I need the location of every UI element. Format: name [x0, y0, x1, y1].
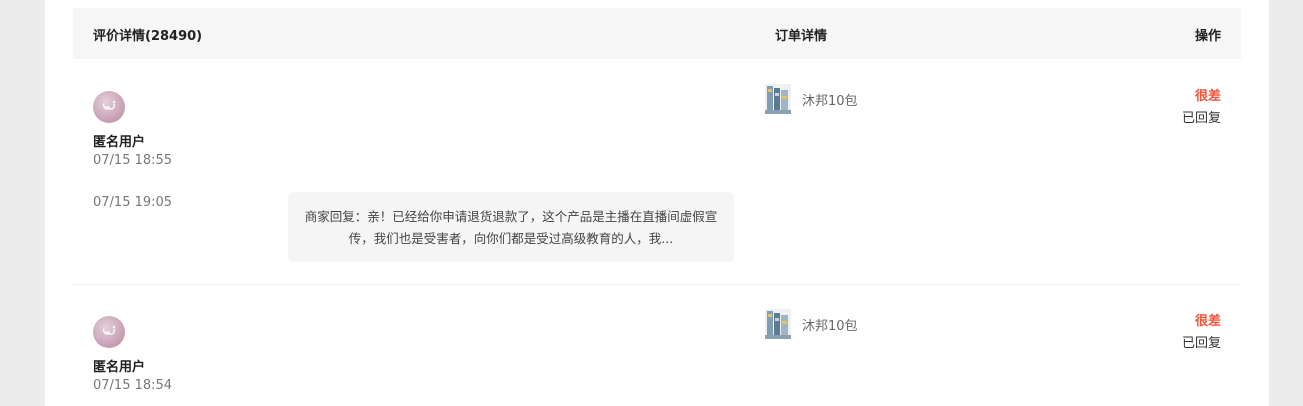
table-header: 评价详情(28490) 订单详情 操作	[73, 8, 1241, 59]
review-row: 匿名用户 07/15 18:55 07/15 19:05 商家回复：亲！已经给你…	[73, 60, 1241, 285]
header-actions: 操作	[1194, 29, 1221, 44]
header-order-details: 订单详情	[775, 29, 828, 44]
reviewer-name: 匿名用户	[93, 135, 146, 150]
avatar	[93, 316, 125, 348]
avatar	[93, 91, 125, 123]
product-name-link[interactable]: 沐邦10包	[802, 90, 858, 109]
product-name-link[interactable]: 沐邦10包	[802, 315, 858, 334]
review-row: 匿名用户 07/15 18:54 沐邦10包 很差 已回复	[73, 285, 1241, 406]
header-review-details: 评价详情(28490)	[93, 29, 203, 44]
butterfly-avatar-icon	[102, 325, 116, 335]
reply-time: 07/15 19:05	[93, 195, 173, 210]
rating-label: 很差	[1194, 314, 1221, 329]
product-thumbnail[interactable]	[765, 309, 791, 339]
reply-status[interactable]: 已回复	[1182, 332, 1221, 351]
product-thumbnail[interactable]	[765, 84, 791, 114]
merchant-reply: 商家回复：亲！已经给你申请退货退款了，这个产品是主播在直播间虚假宣传，我们也是受…	[288, 192, 734, 262]
review-time: 07/15 18:54	[93, 378, 173, 393]
butterfly-avatar-icon	[102, 100, 116, 110]
review-list-panel: 评价详情(28490) 订单详情 操作 匿名用户 07/15 18:55 07/…	[45, 0, 1269, 406]
review-time: 07/15 18:55	[93, 153, 173, 168]
reply-status[interactable]: 已回复	[1182, 107, 1221, 126]
reviewer-name: 匿名用户	[93, 360, 146, 375]
rating-label: 很差	[1194, 89, 1221, 104]
